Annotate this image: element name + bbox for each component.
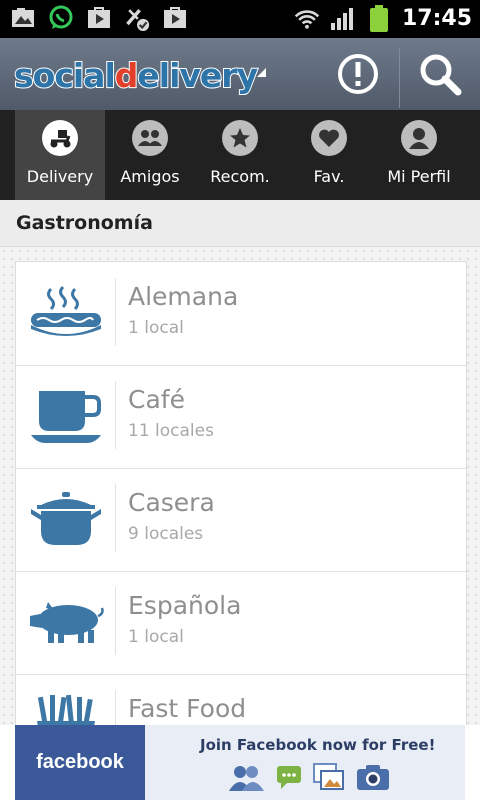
pig-icon (28, 589, 104, 655)
fries-icon (28, 692, 104, 726)
ad-text: Join Facebook now for Free! (200, 736, 436, 754)
list-item[interactable]: Alemana 1 local (16, 262, 466, 366)
tab-label: Delivery (26, 167, 94, 186)
gallery-icon (10, 5, 36, 31)
scooter-icon (42, 120, 78, 156)
logo-text: socialdelivery (13, 55, 259, 96)
tab-label: Fav. (313, 167, 345, 186)
tab-label: Recom. (210, 167, 270, 186)
status-bar: 17:45 (0, 0, 480, 38)
tab-amigos[interactable]: Amigos (105, 110, 195, 200)
category-count: 11 locales (128, 421, 214, 441)
alert-icon (338, 54, 378, 94)
ad-banner[interactable]: facebook Join Facebook now for Free! (0, 725, 480, 800)
section-header: Gastronomía (0, 200, 480, 247)
photos-icon (313, 763, 344, 790)
cooking-pot-icon (28, 486, 104, 552)
row-divider (115, 587, 116, 655)
category-name: Fast Food (128, 694, 247, 723)
list-item[interactable]: Café 11 locales (16, 365, 466, 469)
facebook-logo: facebook (15, 725, 145, 800)
logo-dropdown-caret (257, 68, 266, 77)
list-item[interactable]: Española 1 local (16, 571, 466, 675)
star-icon (222, 120, 258, 156)
camera-icon (357, 765, 389, 790)
ad-icons (227, 763, 391, 791)
action-bar: socialdelivery (0, 38, 480, 110)
coffee-cup-icon (28, 383, 104, 449)
search-button[interactable] (400, 38, 480, 110)
tab-recom[interactable]: Recom. (195, 110, 285, 200)
app-logo[interactable]: socialdelivery (13, 54, 259, 96)
tab-label: Amigos (120, 167, 180, 186)
tools-icon (124, 5, 150, 31)
chat-icon (277, 766, 301, 789)
category-name: Alemana (128, 282, 239, 311)
friends-icon (229, 766, 264, 791)
clock: 17:45 (401, 6, 472, 31)
hotdog-icon (28, 280, 104, 346)
section-title: Gastronomía (16, 212, 153, 234)
list-item[interactable]: Casera 9 locales (16, 468, 466, 572)
play-store-icon (86, 5, 112, 31)
category-name: Casera (128, 488, 215, 517)
tab-label: Mi Perfil (387, 167, 451, 186)
tab-fav[interactable]: Fav. (284, 110, 374, 200)
category-list: Alemana 1 local Café 11 locales Casera 9… (15, 261, 467, 727)
row-divider (115, 484, 116, 552)
list-item[interactable]: Fast Food (16, 674, 466, 726)
alert-button[interactable] (318, 38, 398, 110)
download-icon (162, 5, 188, 31)
category-name: Española (128, 591, 242, 620)
heart-icon (311, 120, 347, 156)
row-divider (115, 278, 116, 346)
battery-icon (366, 5, 392, 32)
category-count: 1 local (128, 627, 184, 647)
category-count: 9 locales (128, 524, 204, 544)
profile-icon (401, 120, 437, 156)
ad-brand: facebook (36, 751, 124, 773)
row-divider (115, 690, 116, 726)
signal-icon (330, 6, 356, 32)
whatsapp-icon (48, 5, 74, 31)
row-divider (115, 381, 116, 449)
search-icon (420, 54, 462, 96)
tab-delivery[interactable]: Delivery (15, 110, 105, 200)
category-name: Café (128, 385, 185, 414)
system-icons: 17:45 (294, 3, 472, 35)
category-count: 1 local (128, 318, 184, 338)
ad-content[interactable]: facebook Join Facebook now for Free! (15, 725, 465, 800)
friends-icon (132, 120, 168, 156)
notification-icons (10, 5, 188, 31)
tab-mi-perfil[interactable]: Mi Perfil (374, 110, 464, 200)
wifi-icon (294, 6, 320, 32)
tab-bar: Delivery Amigos Recom. Fav. Mi Perfil (0, 110, 480, 200)
